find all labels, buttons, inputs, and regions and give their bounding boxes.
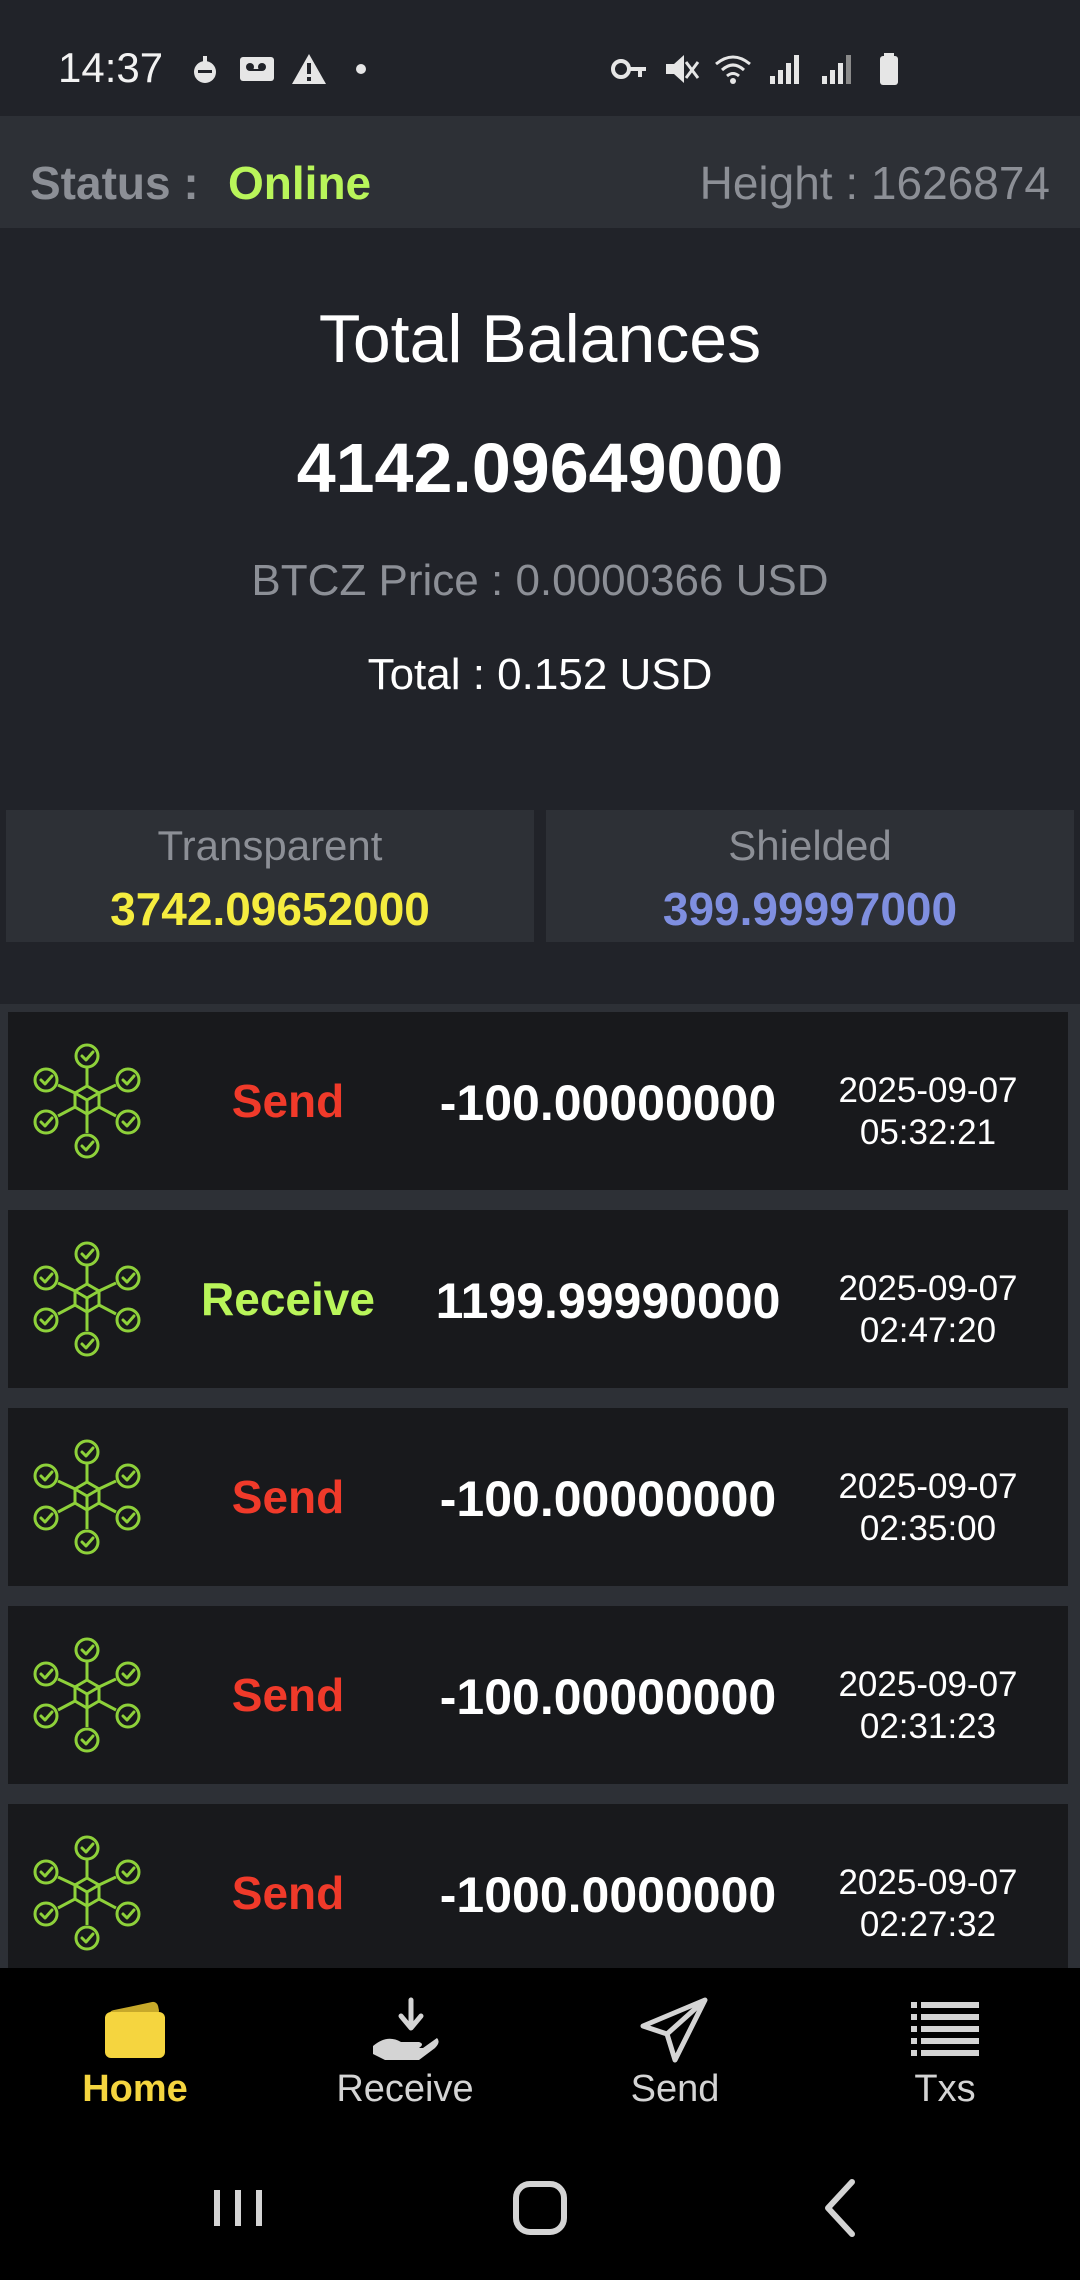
blockchain-icon — [28, 1834, 146, 1952]
transparent-balance-card[interactable]: Transparent 3742.09652000 — [6, 810, 534, 942]
transaction-datetime: 2025-09-07 02:31:23 — [808, 1664, 1048, 1748]
warning-icon — [290, 50, 328, 88]
transaction-row[interactable]: Receive 1199.99990000 2025-09-07 02:47:20 — [8, 1210, 1068, 1388]
wifi-icon — [714, 50, 752, 88]
transaction-time: 05:32:21 — [859, 1113, 997, 1152]
block-height: Height : 1626874 — [699, 157, 1050, 209]
total-usd: Total : 0.152 USD — [367, 650, 713, 699]
transaction-amount: -100.00000000 — [439, 1075, 777, 1131]
wallet-icon — [95, 1996, 175, 2066]
transaction-row[interactable]: Send -100.00000000 2025-09-07 02:35:00 — [8, 1408, 1068, 1586]
connection-status: Online — [228, 157, 372, 209]
nav-send[interactable]: Send — [540, 1968, 810, 2128]
transaction-time: 02:35:00 — [859, 1509, 997, 1548]
status-bar: 14:37 — [0, 0, 1080, 116]
total-balances-title: Total Balances — [318, 301, 762, 377]
signal-icon — [766, 50, 804, 88]
status-time: 14:37 — [58, 44, 164, 91]
transaction-date: 2025-09-07 — [838, 1863, 1018, 1902]
list-icon — [905, 1996, 985, 2066]
transaction-type: Receive — [201, 1273, 375, 1325]
signal-icon — [818, 50, 856, 88]
transaction-datetime: 2025-09-07 02:35:00 — [808, 1466, 1048, 1550]
transaction-date: 2025-09-07 — [838, 1269, 1018, 1308]
transaction-date: 2025-09-07 — [838, 1665, 1018, 1704]
transaction-datetime: 2025-09-07 05:32:21 — [808, 1070, 1048, 1154]
blockchain-icon — [28, 1438, 146, 1556]
transaction-date: 2025-09-07 — [838, 1071, 1018, 1110]
blockchain-icon — [28, 1636, 146, 1754]
nav-txs-label: Txs — [914, 2068, 976, 2110]
transaction-datetime: 2025-09-07 02:47:20 — [808, 1268, 1048, 1352]
mute-icon — [662, 50, 700, 88]
transaction-type: Send — [231, 1075, 345, 1127]
transaction-time: 02:31:23 — [859, 1707, 997, 1746]
nav-home[interactable]: Home — [0, 1968, 270, 2128]
bottom-nav: Home Receive Send Txs — [0, 1968, 1080, 2128]
transaction-type: Send — [231, 1669, 345, 1721]
blockchain-icon — [28, 1042, 146, 1160]
transaction-amount: -1000.0000000 — [439, 1867, 777, 1923]
transaction-row[interactable]: Send -1000.0000000 2025-09-07 02:27:32 — [8, 1804, 1068, 1968]
status-right-icons — [610, 50, 908, 88]
vpn-key-icon — [610, 50, 648, 88]
system-nav-bar — [0, 2128, 1080, 2280]
transaction-time: 02:47:20 — [859, 1311, 997, 1350]
status-left-icons — [186, 50, 380, 88]
receive-icon — [365, 1996, 445, 2066]
nav-txs[interactable]: Txs — [810, 1968, 1080, 2128]
nav-receive[interactable]: Receive — [270, 1968, 540, 2128]
total-balance-amount: 4142.09649000 — [296, 429, 784, 507]
transaction-amount: -100.00000000 — [439, 1471, 777, 1527]
recent-apps-icon[interactable] — [198, 2168, 278, 2248]
battery-icon — [870, 50, 908, 88]
app-notification-icon — [186, 50, 224, 88]
transaction-time: 02:27:32 — [859, 1905, 997, 1944]
transaction-amount: 1199.99990000 — [435, 1273, 781, 1329]
status-label: Status : — [30, 157, 199, 209]
dot-icon — [342, 50, 380, 88]
transaction-row[interactable]: Send -100.00000000 2025-09-07 05:32:21 — [8, 1012, 1068, 1190]
home-icon[interactable] — [500, 2168, 580, 2248]
transaction-list[interactable]: Send -100.00000000 2025-09-07 05:32:21 Re… — [0, 1004, 1080, 1968]
transaction-row[interactable]: Send -100.00000000 2025-09-07 02:31:23 — [8, 1606, 1068, 1784]
transparent-label: Transparent — [157, 822, 383, 869]
back-icon[interactable] — [802, 2168, 882, 2248]
nav-receive-label: Receive — [336, 2068, 474, 2110]
shielded-value: 399.99997000 — [662, 883, 958, 935]
transparent-value: 3742.09652000 — [110, 883, 430, 935]
nav-home-label: Home — [82, 2068, 188, 2110]
blockchain-icon — [28, 1240, 146, 1358]
shielded-balance-card[interactable]: Shielded 399.99997000 — [546, 810, 1074, 942]
transaction-amount: -100.00000000 — [439, 1669, 777, 1725]
transaction-type: Send — [231, 1867, 345, 1919]
transaction-datetime: 2025-09-07 02:27:32 — [808, 1862, 1048, 1946]
nav-send-label: Send — [630, 2068, 720, 2110]
send-icon — [635, 1996, 715, 2066]
btcz-price: BTCZ Price : 0.0000366 USD — [251, 556, 829, 605]
transaction-date: 2025-09-07 — [838, 1467, 1018, 1506]
shielded-label: Shielded — [728, 822, 892, 869]
voicemail-icon — [238, 50, 276, 88]
transaction-type: Send — [231, 1471, 345, 1523]
